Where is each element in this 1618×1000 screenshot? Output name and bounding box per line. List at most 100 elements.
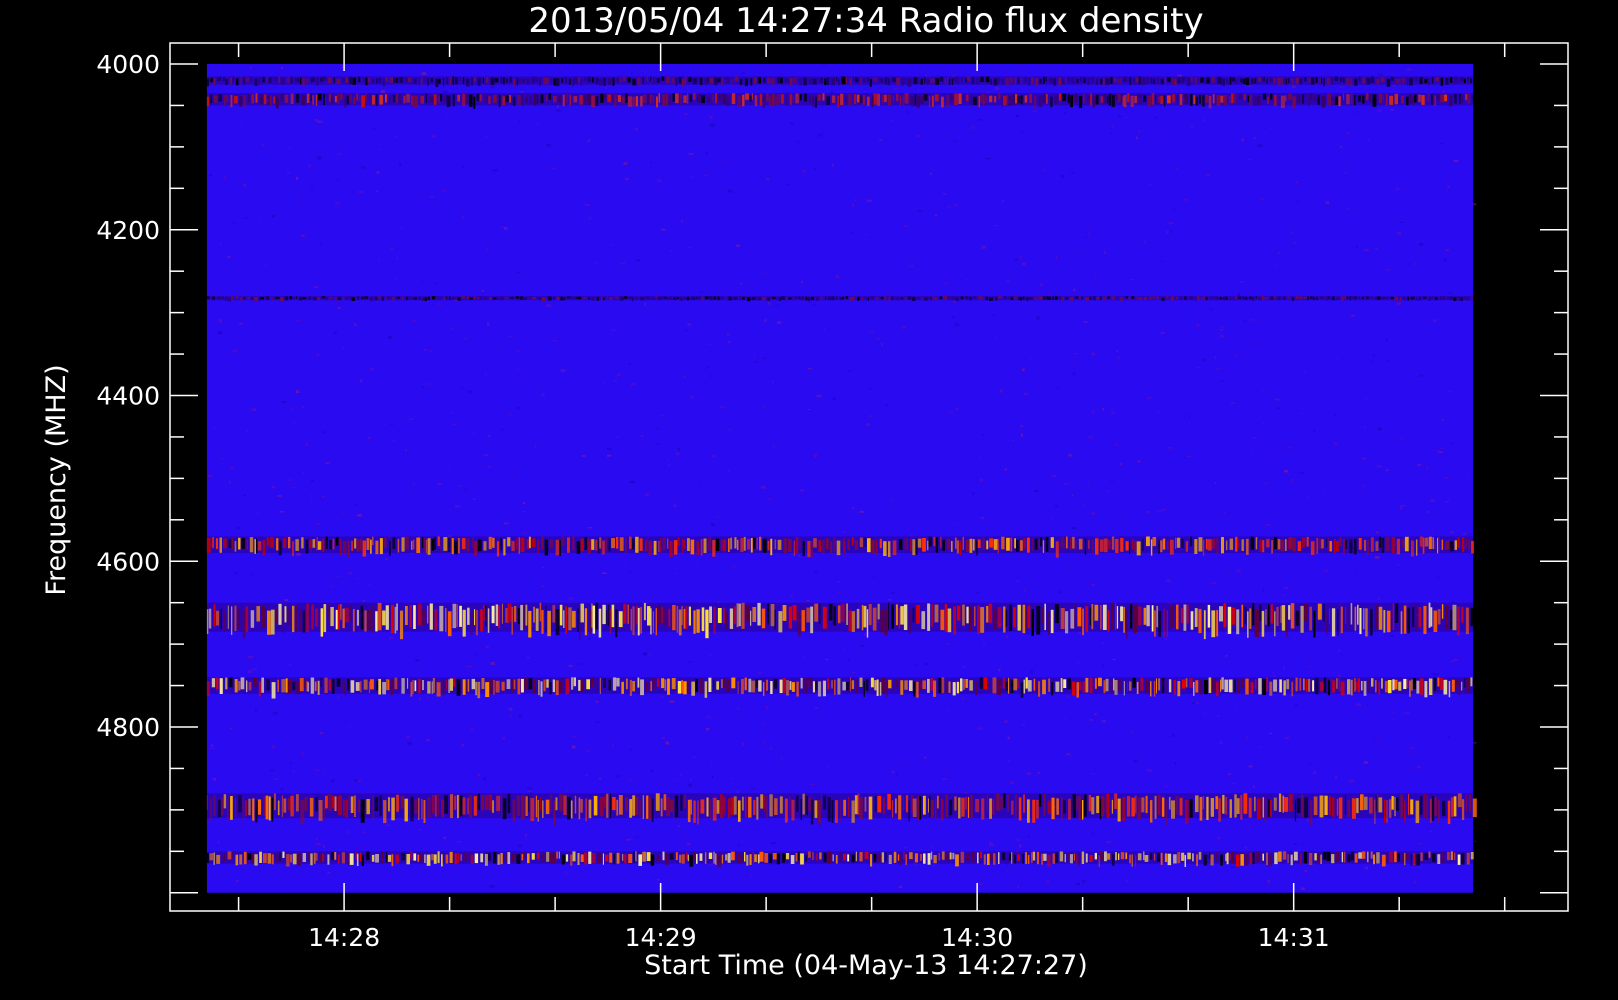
heatmap-cell	[1313, 796, 1318, 816]
heatmap-noise	[299, 196, 303, 199]
heatmap-cell	[541, 853, 545, 862]
heatmap-cell	[431, 853, 434, 861]
heatmap-noise	[551, 168, 556, 170]
heatmap-noise	[835, 275, 839, 279]
heatmap-cell	[1219, 606, 1223, 622]
heatmap-cell	[489, 794, 492, 811]
heatmap-cell	[412, 679, 414, 695]
heatmap-cell	[684, 76, 687, 84]
heatmap-cell	[712, 540, 716, 557]
heatmap-cell	[327, 603, 330, 621]
heatmap-cell	[1104, 796, 1107, 813]
heatmap-noise	[260, 718, 263, 720]
heatmap-cell	[379, 795, 382, 817]
heatmap-cell	[325, 536, 328, 550]
heatmap-cell	[1070, 608, 1075, 629]
heatmap-cell	[1235, 78, 1238, 85]
heatmap-noise	[346, 830, 349, 833]
heatmap-noise	[588, 217, 592, 220]
heatmap-cell	[1357, 604, 1359, 625]
heatmap-cell	[867, 96, 870, 106]
heatmap-cell	[974, 606, 976, 627]
heatmap-noise	[519, 714, 522, 717]
heatmap-cell	[210, 77, 214, 83]
heatmap-noise	[727, 470, 730, 473]
heatmap-cell	[1261, 610, 1265, 637]
heatmap-cell	[1397, 853, 1400, 862]
heatmap-noise	[827, 765, 829, 768]
heatmap-cell	[546, 851, 550, 862]
heatmap-noise	[524, 834, 527, 837]
heatmap-cell	[286, 76, 290, 84]
heatmap-noise	[1442, 90, 1445, 93]
heatmap-noise	[376, 170, 380, 174]
heatmap-noise	[1251, 318, 1255, 321]
heatmap-cell	[1383, 610, 1386, 633]
heatmap-cell	[1042, 679, 1046, 695]
heatmap-cell	[980, 95, 982, 102]
heatmap-noise	[1287, 473, 1290, 475]
heatmap-cell	[317, 680, 320, 695]
heatmap-cell	[1390, 297, 1394, 300]
heatmap-cell	[609, 793, 612, 819]
heatmap-noise	[1168, 222, 1174, 225]
heatmap-cell	[578, 77, 581, 83]
heatmap-cell	[1184, 855, 1186, 867]
heatmap-cell	[1194, 77, 1198, 85]
heatmap-noise	[588, 572, 591, 575]
heatmap-noise	[750, 874, 752, 877]
heatmap-noise	[838, 591, 842, 593]
heatmap-cell	[378, 678, 381, 695]
heatmap-cell	[1153, 296, 1156, 299]
heatmap-cell	[459, 77, 461, 82]
heatmap-cell	[310, 93, 313, 102]
heatmap-cell	[774, 539, 776, 550]
heatmap-cell	[704, 296, 709, 300]
heatmap-cell	[559, 794, 563, 812]
heatmap-cell	[1115, 94, 1118, 101]
heatmap-cell	[605, 538, 607, 551]
heatmap-cell	[903, 851, 905, 860]
heatmap-cell	[1357, 678, 1361, 693]
heatmap-cell	[1013, 607, 1016, 628]
heatmap-cell	[970, 795, 973, 819]
heatmap-cell	[1385, 536, 1390, 552]
heatmap-cell	[1455, 679, 1459, 688]
heatmap-cell	[655, 608, 657, 636]
heatmap-cell	[375, 611, 378, 632]
heatmap-cell	[578, 679, 581, 691]
heatmap-cell	[1170, 296, 1175, 301]
heatmap-noise	[1227, 571, 1230, 574]
heatmap-cell	[1314, 94, 1317, 102]
heatmap-cell	[539, 797, 541, 811]
heatmap-cell	[652, 611, 654, 634]
heatmap-cell	[1094, 678, 1097, 689]
heatmap-cell	[501, 681, 505, 691]
heatmap-cell	[1295, 77, 1299, 85]
heatmap-cell	[600, 93, 604, 103]
heatmap-cell	[391, 296, 395, 301]
heatmap-noise	[866, 423, 870, 427]
heatmap-cell	[847, 538, 850, 550]
heatmap-cell	[912, 607, 915, 623]
heatmap-noise	[301, 752, 304, 756]
heatmap-cell	[1325, 296, 1328, 301]
heatmap-cell	[1249, 296, 1252, 299]
heatmap-noise	[783, 752, 785, 755]
heatmap-cell	[590, 677, 595, 688]
heatmap-noise	[816, 394, 822, 398]
heatmap-cell	[502, 798, 507, 820]
heatmap-cell	[1309, 93, 1313, 101]
heatmap-cell	[1067, 678, 1071, 690]
heatmap-noise	[1008, 426, 1012, 428]
heatmap-noise	[721, 845, 726, 847]
heatmap-cell	[442, 680, 445, 696]
heatmap-cell	[1466, 677, 1470, 693]
heatmap-noise	[690, 395, 694, 399]
heatmap-noise	[613, 380, 618, 382]
heatmap-cell	[822, 539, 825, 554]
heatmap-cell	[727, 798, 730, 819]
heatmap-cell	[745, 93, 749, 100]
heatmap-noise	[762, 357, 767, 360]
heatmap-noise	[757, 156, 759, 158]
